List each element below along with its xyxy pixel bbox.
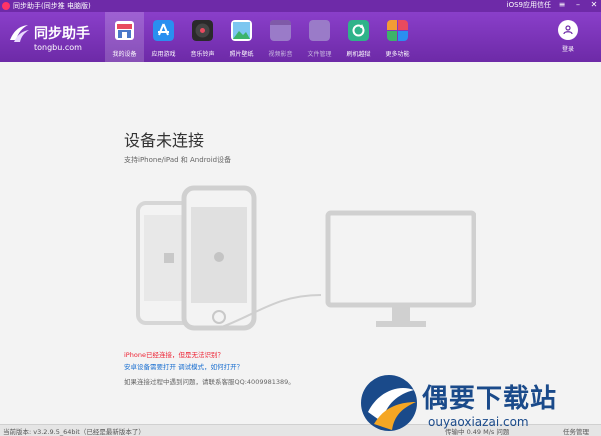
- nav-video[interactable]: 视频影音: [261, 12, 300, 62]
- brand-domain: tongbu.com: [34, 43, 82, 52]
- nav-my-device[interactable]: 我的设备: [105, 12, 144, 62]
- support-contact-text: 如果连接过程中遇到问题，请联系客服QQ:4009981389。: [124, 378, 295, 386]
- photo-icon: [231, 20, 252, 41]
- nav-music[interactable]: 音乐铃声: [183, 12, 222, 62]
- nav-label: 应用游戏: [151, 51, 176, 58]
- nav-label: 我的设备: [112, 51, 137, 58]
- menu-icon[interactable]: ≡: [557, 0, 567, 10]
- title-bar: 同步助手(同步推 电脑版) iOS9应用信任 ≡ – ✕: [0, 0, 601, 12]
- nav-label: 音乐铃声: [190, 51, 215, 58]
- nav-flash-jailbreak[interactable]: 刷机越狱: [339, 12, 378, 62]
- device-connection-illustration: [136, 185, 476, 331]
- nav-label: 更多功能: [385, 51, 410, 58]
- watermark: 偶要下载站 ouyaoxiazai.com: [356, 372, 601, 436]
- brand-name: 同步助手: [34, 26, 90, 42]
- window-title: 同步助手(同步推 电脑版): [13, 2, 91, 10]
- titlebar-right: iOS9应用信任 ≡ – ✕: [507, 0, 599, 10]
- close-icon[interactable]: ✕: [589, 0, 599, 10]
- refresh-icon: [348, 20, 369, 41]
- login-label: 登录: [561, 46, 574, 53]
- video-icon: [270, 20, 291, 41]
- nav-files[interactable]: 文件管理: [300, 12, 339, 62]
- header: 同步助手 tongbu.com 我的设备 应用游戏 音乐铃声 照片壁纸 视频影音…: [0, 12, 601, 62]
- monitor-icon: [325, 210, 476, 327]
- app-store-icon: [153, 20, 174, 41]
- iphone-icon: [181, 185, 257, 331]
- iphone-not-recognized-link[interactable]: iPhone已经连接，但是无法识别？: [124, 349, 224, 359]
- store-icon: [115, 21, 134, 40]
- nav-photos[interactable]: 照片壁纸: [222, 12, 261, 62]
- user-icon: [558, 20, 578, 40]
- watermark-url: ouyaoxiazai.com: [428, 415, 529, 429]
- tongbu-logo-icon: [10, 25, 29, 42]
- page-subtitle: 支持iPhone/iPad 和 Android设备: [124, 156, 232, 164]
- nav-label: 文件管理: [307, 51, 332, 58]
- grid-icon: [387, 20, 408, 41]
- login-button[interactable]: 登录: [552, 20, 584, 53]
- watermark-text: 偶要下载站: [422, 384, 558, 414]
- app-logo-icon: [2, 2, 10, 10]
- music-disc-icon: [192, 20, 213, 41]
- main-nav: 我的设备 应用游戏 音乐铃声 照片壁纸 视频影音 文件管理 刷机越狱 更多功能: [105, 12, 417, 62]
- nav-label: 照片壁纸: [229, 51, 254, 58]
- app-title: 同步助手(同步推 电脑版): [2, 1, 91, 11]
- minimize-icon[interactable]: –: [573, 0, 583, 10]
- nav-label: 刷机越狱: [346, 51, 371, 58]
- ios-trust-link[interactable]: iOS9应用信任: [507, 0, 551, 10]
- nav-label: 视频影音: [268, 51, 293, 58]
- android-debug-mode-link[interactable]: 安卓设备需要打开 调试模式，如何打开？: [124, 361, 243, 371]
- page-title: 设备未连接: [124, 131, 205, 150]
- nav-more[interactable]: 更多功能: [378, 12, 417, 62]
- globe-logo-icon: [361, 375, 417, 431]
- folder-icon: [309, 20, 330, 41]
- nav-apps-games[interactable]: 应用游戏: [144, 12, 183, 62]
